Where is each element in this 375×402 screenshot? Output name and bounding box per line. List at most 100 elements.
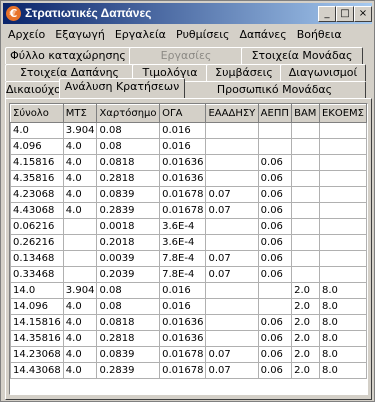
table-cell[interactable]: 3.6E-4 <box>159 218 207 235</box>
table-cell[interactable]: 0.26216 <box>10 234 64 251</box>
table-cell[interactable]: 4.096 <box>10 138 64 155</box>
table-cell[interactable]: 4.0 <box>62 202 98 219</box>
table-cell[interactable] <box>62 250 98 267</box>
tab-tenders[interactable]: Διαγωνισμοί <box>280 64 366 81</box>
column-header[interactable]: ΜΤΣ <box>62 104 98 123</box>
table-cell[interactable] <box>291 170 320 187</box>
table-cell[interactable]: 0.06 <box>257 218 293 235</box>
menu-settings[interactable]: Ρυθμίσεις <box>171 25 235 44</box>
table-cell[interactable] <box>318 154 367 171</box>
table-cell[interactable] <box>291 266 320 283</box>
table-cell[interactable] <box>257 282 293 299</box>
table-row[interactable]: 0.26216 0.2018 3.6E-4 0.06 <box>10 234 367 251</box>
table-cell[interactable]: 8.0 <box>318 298 367 315</box>
menu-export[interactable]: Εξαγωγή <box>50 25 110 44</box>
menu-help[interactable]: Βοήθεια <box>292 25 347 44</box>
table-cell[interactable]: 14.096 <box>10 298 64 315</box>
table-cell[interactable]: 0.01636 <box>159 170 207 187</box>
table-cell[interactable]: 14.23068 <box>10 346 64 363</box>
menu-expenses[interactable]: Δαπάνες <box>234 25 291 44</box>
table-cell[interactable]: 4.0 <box>10 122 64 139</box>
table-cell[interactable]: 0.016 <box>159 122 207 139</box>
table-cell[interactable]: 8.0 <box>318 346 367 363</box>
table-cell[interactable]: 4.0 <box>62 170 98 187</box>
tab-entry-sheet[interactable]: Φύλλο καταχώρησης <box>5 47 131 64</box>
table-cell[interactable]: 14.0 <box>10 282 64 299</box>
table-cell[interactable]: 4.0 <box>62 298 98 315</box>
column-header[interactable]: ΕΑΑΔΗΣΥ <box>205 104 259 123</box>
table-cell[interactable] <box>318 202 367 219</box>
table-cell[interactable]: 0.2818 <box>96 170 161 187</box>
table-cell[interactable] <box>291 218 320 235</box>
table-row[interactable]: 0.13468 0.0039 7.8E-4 0.07 0.06 <box>10 250 367 267</box>
table-cell[interactable]: 0.01636 <box>159 314 207 331</box>
table-cell[interactable]: 0.0818 <box>96 154 161 171</box>
table-row[interactable]: 4.0 3.904 0.08 0.016 <box>10 122 367 139</box>
table-cell[interactable]: 4.0 <box>62 362 98 379</box>
table-cell[interactable]: 2.0 <box>291 282 320 299</box>
title-bar[interactable]: € Στρατιωτικές Δαπάνες _ □ × <box>3 3 372 24</box>
table-cell[interactable]: 0.2039 <box>96 266 161 283</box>
table-cell[interactable]: 2.0 <box>291 346 320 363</box>
table-cell[interactable]: 0.2818 <box>96 330 161 347</box>
deductions-table[interactable]: Σύνολο ΜΤΣ Χαρτόσημο ΟΓΑ ΕΑΑΔΗΣΥ ΑΕΠΠ ΒΑ… <box>9 103 368 395</box>
table-cell[interactable] <box>205 138 259 155</box>
column-header[interactable]: ΒΑΜ <box>291 104 320 123</box>
maximize-button[interactable]: □ <box>336 6 354 22</box>
table-cell[interactable]: 2.0 <box>291 298 320 315</box>
table-cell[interactable] <box>291 138 320 155</box>
menu-file[interactable]: Αρχείο <box>3 25 50 44</box>
close-button[interactable]: × <box>354 6 372 22</box>
minimize-button[interactable]: _ <box>318 6 336 22</box>
table-cell[interactable] <box>318 170 367 187</box>
table-cell[interactable]: 3.904 <box>62 122 98 139</box>
table-cell[interactable]: 0.06 <box>257 346 293 363</box>
tab-deductions-analysis[interactable]: Ανάλυση Κρατήσεων <box>59 78 185 98</box>
table-cell[interactable]: 0.06 <box>257 154 293 171</box>
table-cell[interactable]: 4.0 <box>62 138 98 155</box>
table-cell[interactable] <box>205 330 259 347</box>
table-cell[interactable]: 0.06 <box>257 186 293 203</box>
table-cell[interactable]: 4.0 <box>62 330 98 347</box>
table-cell[interactable]: 4.15816 <box>10 154 64 171</box>
table-cell[interactable]: 0.2018 <box>96 234 161 251</box>
tab-beneficiaries[interactable]: Δικαιούχοι <box>5 81 63 98</box>
table-cell[interactable] <box>205 234 259 251</box>
table-row[interactable]: 4.35816 4.0 0.2818 0.01636 0.06 <box>10 170 367 187</box>
table-cell[interactable]: 8.0 <box>318 362 367 379</box>
tab-contracts[interactable]: Συμβάσεις <box>206 64 282 81</box>
table-cell[interactable]: 0.07 <box>205 186 259 203</box>
table-cell[interactable]: 0.06 <box>257 170 293 187</box>
table-cell[interactable]: 0.0839 <box>96 346 161 363</box>
column-header[interactable]: Σύνολο <box>10 104 64 123</box>
table-cell[interactable]: 4.23068 <box>10 186 64 203</box>
table-cell[interactable]: 0.06 <box>257 250 293 267</box>
column-header[interactable]: ΕΚΟΕΜΣ <box>318 104 367 123</box>
table-cell[interactable] <box>205 298 259 315</box>
table-cell[interactable]: 0.06 <box>257 314 293 331</box>
table-cell[interactable] <box>318 250 367 267</box>
table-cell[interactable] <box>62 218 98 235</box>
table-row[interactable]: 0.33468 0.2039 7.8E-4 0.07 0.06 <box>10 266 367 283</box>
column-header[interactable]: ΟΓΑ <box>159 104 207 123</box>
table-row[interactable]: 14.0 3.904 0.08 0.016 2.0 8.0 <box>10 282 367 299</box>
table-cell[interactable] <box>257 138 293 155</box>
table-cell[interactable] <box>205 218 259 235</box>
table-cell[interactable]: 0.07 <box>205 362 259 379</box>
table-row[interactable]: 14.15816 4.0 0.0818 0.01636 0.06 2.0 8.0 <box>10 314 367 331</box>
table-cell[interactable] <box>291 234 320 251</box>
table-cell[interactable] <box>291 122 320 139</box>
table-cell[interactable]: 0.06216 <box>10 218 64 235</box>
table-cell[interactable] <box>291 154 320 171</box>
table-row[interactable]: 4.096 4.0 0.08 0.016 <box>10 138 367 155</box>
table-cell[interactable] <box>318 122 367 139</box>
table-cell[interactable]: 0.0839 <box>96 186 161 203</box>
table-cell[interactable]: 0.08 <box>96 298 161 315</box>
table-row[interactable]: 14.43068 4.0 0.2839 0.01678 0.07 0.06 2.0 8.0 <box>10 362 367 379</box>
table-row[interactable]: 14.35816 4.0 0.2818 0.01636 0.06 2.0 8.0 <box>10 330 367 347</box>
table-cell[interactable]: 0.01678 <box>159 362 207 379</box>
tab-unit-personnel[interactable]: Προσωπικό Μονάδας <box>183 81 366 98</box>
table-cell[interactable]: 0.016 <box>159 138 207 155</box>
table-cell[interactable]: 0.07 <box>205 346 259 363</box>
table-cell[interactable]: 14.35816 <box>10 330 64 347</box>
